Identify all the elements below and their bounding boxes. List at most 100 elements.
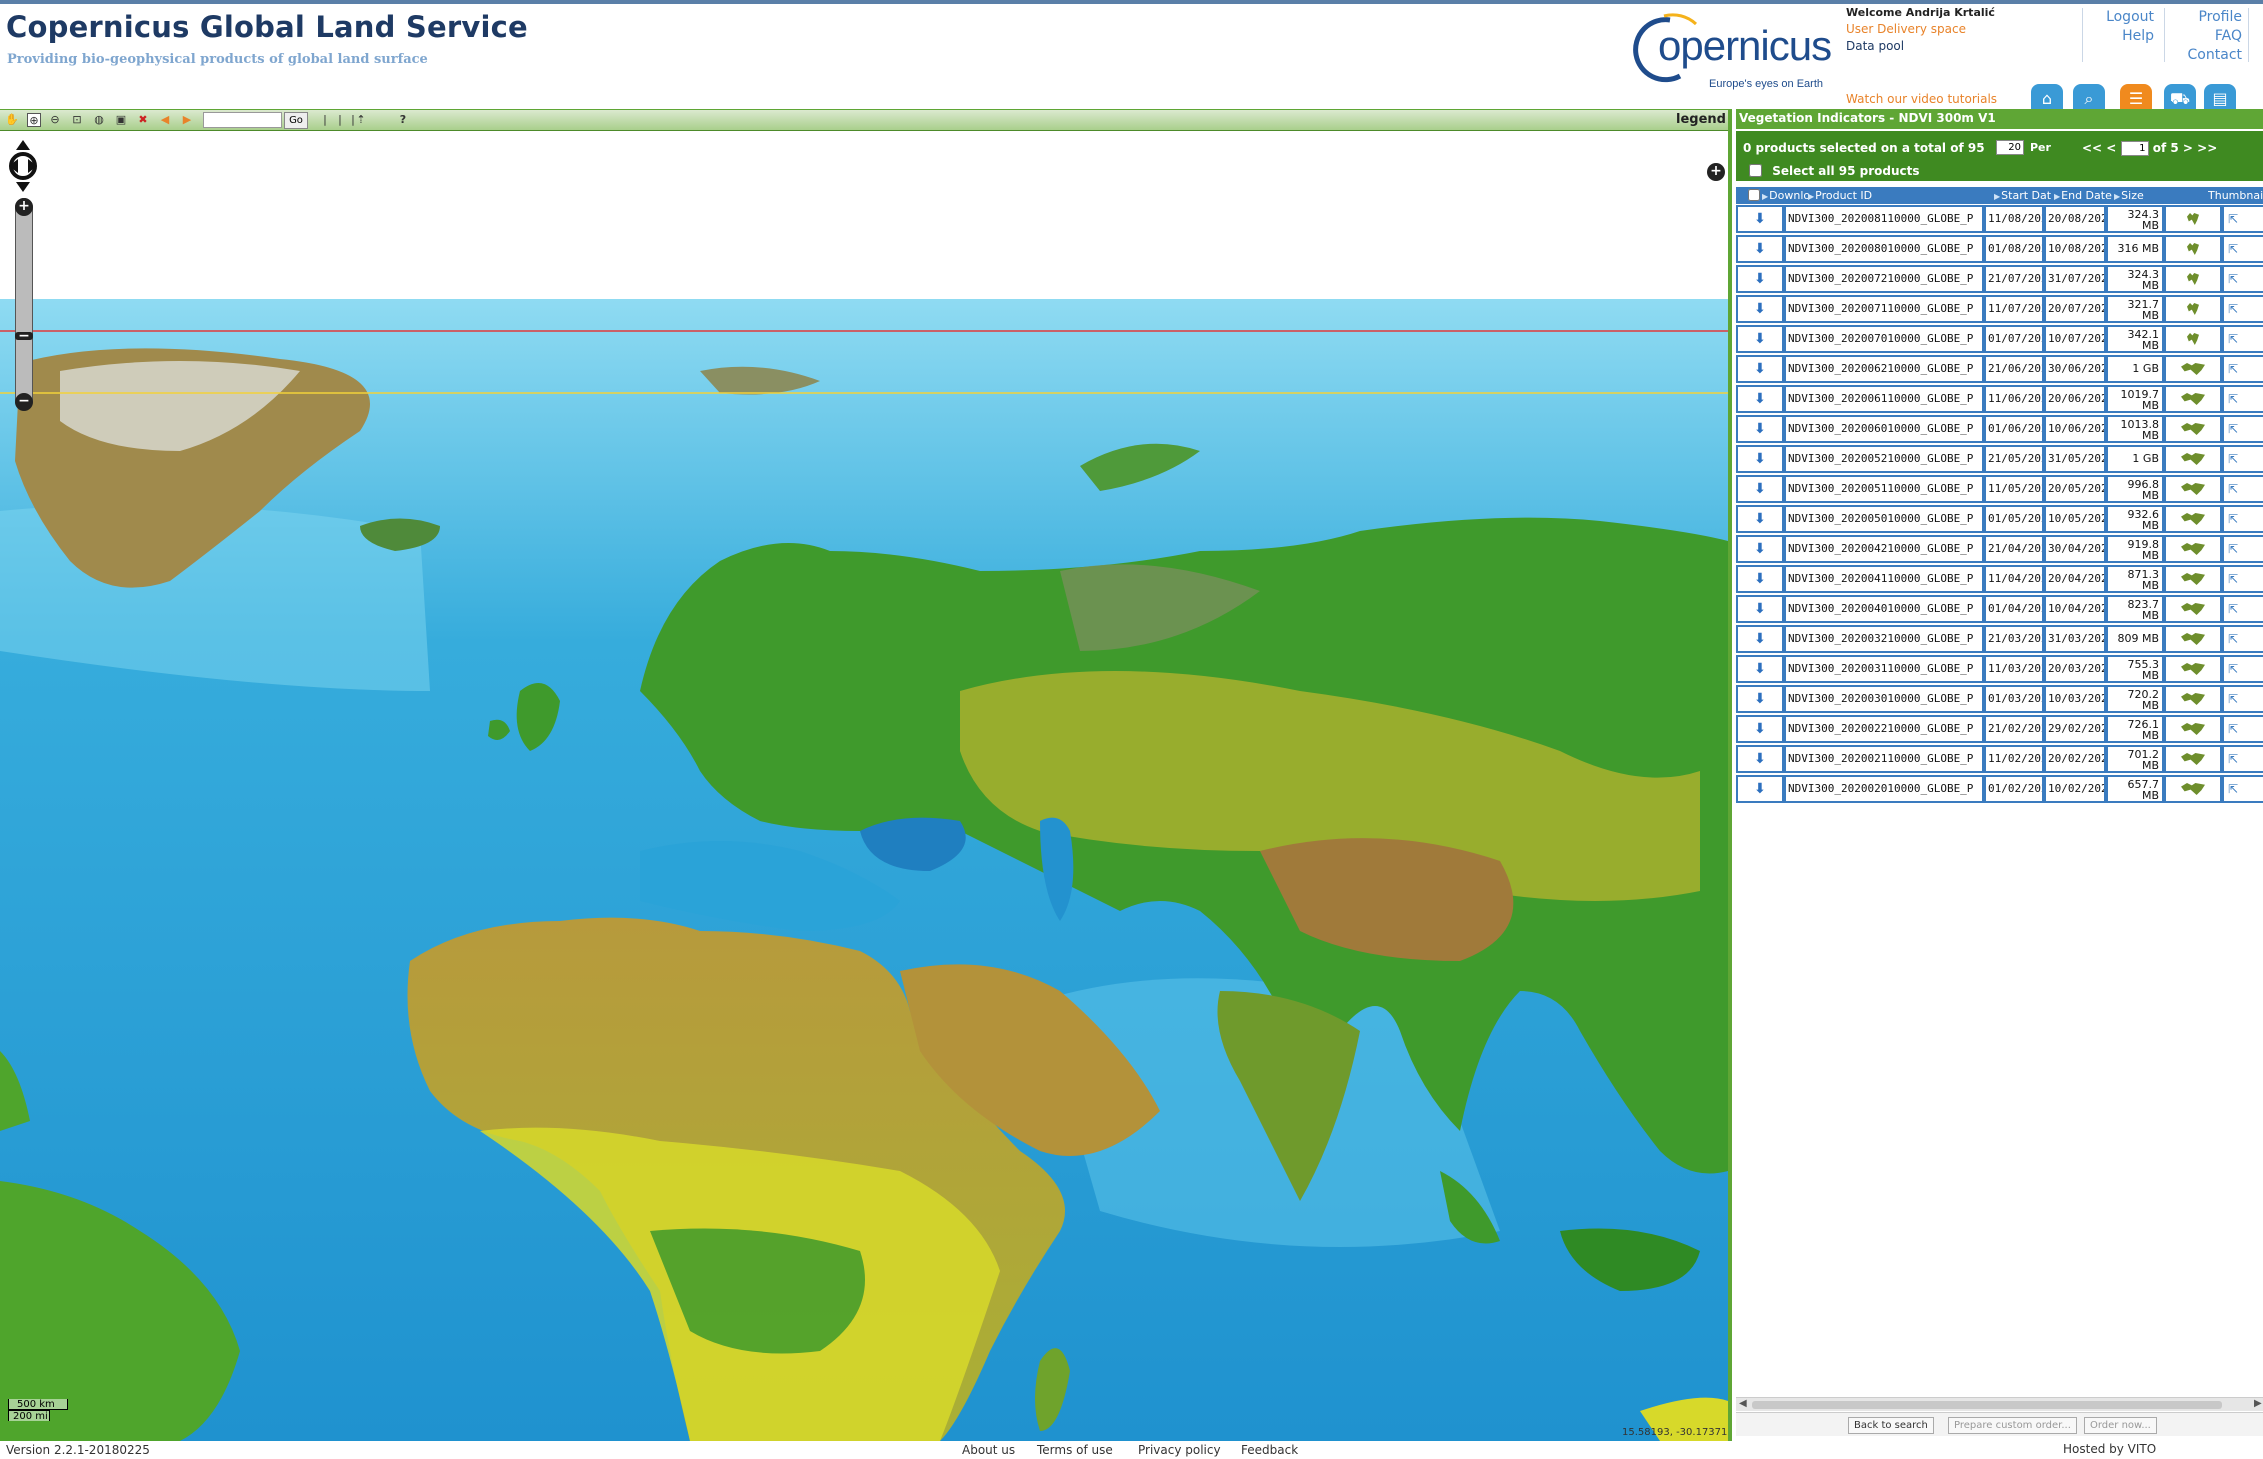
quicklook-icon[interactable]: ⇱ bbox=[2222, 775, 2263, 803]
profile-link[interactable]: Profile bbox=[2172, 8, 2242, 27]
quicklook-icon[interactable]: ⇱ bbox=[2222, 505, 2263, 533]
download-icon[interactable]: ⬇ bbox=[1736, 445, 1784, 473]
download-icon[interactable]: ⬇ bbox=[1736, 655, 1784, 683]
product-id-cell[interactable]: NDVI300_202007210000_GLOBE_P bbox=[1784, 265, 1984, 293]
print-icon[interactable]: ▣ bbox=[114, 113, 128, 127]
thumbnail-cell[interactable] bbox=[2164, 295, 2222, 323]
layer-switcher-icon[interactable]: + bbox=[1707, 163, 1725, 181]
product-id-cell[interactable]: NDVI300_202003010000_GLOBE_P bbox=[1784, 685, 1984, 713]
product-id-cell[interactable]: NDVI300_202008110000_GLOBE_P bbox=[1784, 205, 1984, 233]
table-row[interactable]: ⬇ NDVI300_202007110000_GLOBE_P 11/07/202 20… bbox=[1736, 295, 2263, 325]
thumbnail-cell[interactable] bbox=[2164, 715, 2222, 743]
zoom-box-icon[interactable]: ⊡ bbox=[70, 113, 84, 127]
scroll-left-icon[interactable]: ◀ bbox=[1739, 1398, 1747, 1409]
thumbnail-cell[interactable] bbox=[2164, 205, 2222, 233]
product-id-cell[interactable]: NDVI300_202004010000_GLOBE_P bbox=[1784, 595, 1984, 623]
zoom-handle[interactable]: − bbox=[15, 329, 33, 343]
scroll-thumb[interactable] bbox=[1752, 1401, 2222, 1409]
quicklook-icon[interactable]: ⇱ bbox=[2222, 595, 2263, 623]
table-row[interactable]: ⬇ NDVI300_202005010000_GLOBE_P 01/05/202 10… bbox=[1736, 505, 2263, 535]
thumbnail-cell[interactable] bbox=[2164, 415, 2222, 443]
zoom-minus-icon[interactable]: − bbox=[15, 393, 33, 411]
thumbnail-cell[interactable] bbox=[2164, 775, 2222, 803]
product-id-cell[interactable]: NDVI300_202007010000_GLOBE_P bbox=[1784, 325, 1984, 353]
quicklook-icon[interactable]: ⇱ bbox=[2222, 745, 2263, 773]
table-row[interactable]: ⬇ NDVI300_202002110000_GLOBE_P 11/02/202 20… bbox=[1736, 745, 2263, 775]
quicklook-icon[interactable]: ⇱ bbox=[2222, 535, 2263, 563]
logout-link[interactable]: Logout bbox=[2090, 8, 2154, 27]
pan-control[interactable] bbox=[6, 138, 40, 194]
thumbnail-cell[interactable] bbox=[2164, 655, 2222, 683]
per-page-input[interactable] bbox=[1996, 140, 2024, 155]
download-icon[interactable]: ⬇ bbox=[1736, 775, 1784, 803]
clear-icon[interactable]: ✖ bbox=[136, 113, 150, 127]
col-start-date[interactable]: ▶Start Dat bbox=[1994, 187, 2054, 204]
data-pool-link[interactable]: Data pool bbox=[1846, 38, 1995, 55]
quicklook-icon[interactable]: ⇱ bbox=[2222, 235, 2263, 263]
download-icon[interactable]: ⬇ bbox=[1736, 295, 1784, 323]
table-row[interactable]: ⬇ NDVI300_202003010000_GLOBE_P 01/03/202 10… bbox=[1736, 685, 2263, 715]
feedback-link[interactable]: Feedback bbox=[1241, 1443, 1298, 1457]
help-icon[interactable]: ? bbox=[396, 113, 410, 127]
quicklook-icon[interactable]: ⇱ bbox=[2222, 325, 2263, 353]
quicklook-icon[interactable]: ⇱ bbox=[2222, 445, 2263, 473]
thumbnail-cell[interactable] bbox=[2164, 235, 2222, 263]
header-checkbox[interactable] bbox=[1748, 189, 1760, 201]
upload-icon[interactable]: ⇡ bbox=[354, 113, 368, 127]
prepare-custom-order-button[interactable]: Prepare custom order... bbox=[1948, 1417, 2077, 1434]
thumbnail-cell[interactable] bbox=[2164, 445, 2222, 473]
table-row[interactable]: ⬇ NDVI300_202007010000_GLOBE_P 01/07/202 10… bbox=[1736, 325, 2263, 355]
contact-link[interactable]: Contact bbox=[2172, 46, 2242, 65]
col-download[interactable]: ▶Downloa bbox=[1762, 187, 1810, 204]
download-icon[interactable]: ⬇ bbox=[1736, 355, 1784, 383]
product-id-cell[interactable]: NDVI300_202003110000_GLOBE_P bbox=[1784, 655, 1984, 683]
product-id-cell[interactable]: NDVI300_202004110000_GLOBE_P bbox=[1784, 565, 1984, 593]
legend-button[interactable]: legend bbox=[1676, 112, 1726, 127]
col-product-id[interactable]: ▶Product ID bbox=[1808, 187, 1988, 204]
quicklook-icon[interactable]: ⇱ bbox=[2222, 295, 2263, 323]
table-row[interactable]: ⬇ NDVI300_202003110000_GLOBE_P 11/03/202 20… bbox=[1736, 655, 2263, 685]
download-icon[interactable]: ⬇ bbox=[1736, 475, 1784, 503]
map-viewport[interactable]: + − − + 500 km 200 mi 15.58193, -30.1737… bbox=[0, 131, 1728, 1441]
download-icon[interactable]: ⬇ bbox=[1736, 265, 1784, 293]
quicklook-icon[interactable]: ⇱ bbox=[2222, 265, 2263, 293]
download-icon[interactable]: ⬇ bbox=[1736, 205, 1784, 233]
thumbnail-cell[interactable] bbox=[2164, 325, 2222, 353]
quicklook-icon[interactable]: ⇱ bbox=[2222, 205, 2263, 233]
table-row[interactable]: ⬇ NDVI300_202002010000_GLOBE_P 01/02/202 10… bbox=[1736, 775, 2263, 805]
product-id-cell[interactable]: NDVI300_202006110000_GLOBE_P bbox=[1784, 385, 1984, 413]
copernicus-logo[interactable]: opernicus Europe's eyes on Earth bbox=[1624, 10, 1832, 90]
thumbnail-cell[interactable] bbox=[2164, 535, 2222, 563]
download-icon[interactable]: ⬇ bbox=[1736, 235, 1784, 263]
horizontal-scrollbar[interactable]: ◀ ▶ bbox=[1736, 1397, 2263, 1411]
privacy-link[interactable]: Privacy policy bbox=[1138, 1443, 1221, 1457]
thumbnail-cell[interactable] bbox=[2164, 745, 2222, 773]
thumbnail-cell[interactable] bbox=[2164, 685, 2222, 713]
back-to-search-button[interactable]: Back to search bbox=[1848, 1417, 1934, 1434]
product-id-cell[interactable]: NDVI300_202005210000_GLOBE_P bbox=[1784, 445, 1984, 473]
product-id-cell[interactable]: NDVI300_202002210000_GLOBE_P bbox=[1784, 715, 1984, 743]
table-row[interactable]: ⬇ NDVI300_202004010000_GLOBE_P 01/04/202 10… bbox=[1736, 595, 2263, 625]
col-thumbnail[interactable]: Thumbnai bbox=[2208, 187, 2263, 204]
col-size[interactable]: ▶Size bbox=[2114, 187, 2154, 204]
product-id-cell[interactable]: NDVI300_202003210000_GLOBE_P bbox=[1784, 625, 1984, 653]
quicklook-icon[interactable]: ⇱ bbox=[2222, 625, 2263, 653]
globe-icon[interactable]: ◍ bbox=[92, 113, 106, 127]
quicklook-icon[interactable]: ⇱ bbox=[2222, 355, 2263, 383]
download-icon[interactable]: ⬇ bbox=[1736, 325, 1784, 353]
terms-link[interactable]: Terms of use bbox=[1037, 1443, 1113, 1457]
download-icon[interactable]: ⬇ bbox=[1736, 595, 1784, 623]
select-all-checkbox[interactable] bbox=[1749, 164, 1762, 177]
product-id-cell[interactable]: NDVI300_202006010000_GLOBE_P bbox=[1784, 415, 1984, 443]
download-icon[interactable]: ⬇ bbox=[1736, 415, 1784, 443]
location-search-input[interactable] bbox=[203, 112, 282, 128]
pager-next-button[interactable]: > >> bbox=[2183, 141, 2217, 155]
zoom-plus-icon[interactable]: + bbox=[15, 198, 33, 216]
thumbnail-cell[interactable] bbox=[2164, 355, 2222, 383]
scroll-right-icon[interactable]: ▶ bbox=[2254, 1398, 2262, 1409]
pan-hand-icon[interactable]: ✋ bbox=[5, 113, 19, 127]
faq-link[interactable]: FAQ bbox=[2172, 27, 2242, 46]
download-icon[interactable]: ⬇ bbox=[1736, 685, 1784, 713]
download-icon[interactable]: ⬇ bbox=[1736, 535, 1784, 563]
thumbnail-cell[interactable] bbox=[2164, 475, 2222, 503]
